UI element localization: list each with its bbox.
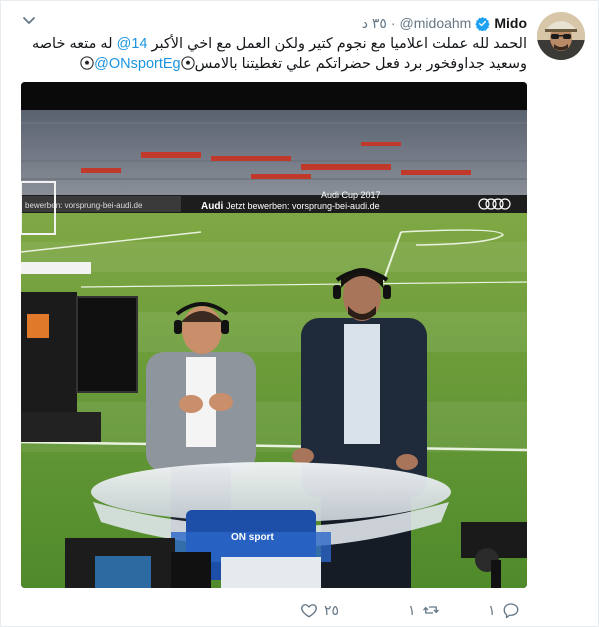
verified-badge-icon — [475, 16, 491, 31]
soccer-ball-icon — [180, 56, 195, 70]
separator-dot: · — [390, 15, 396, 31]
mention-14[interactable]: @14 — [117, 36, 148, 52]
chevron-down-icon[interactable] — [22, 14, 36, 28]
reply-count: ١ — [488, 601, 496, 618]
tweet-text: الحمد لله عملت اعلاميا مع نجوم كتير ولكن… — [22, 34, 527, 74]
reply-icon — [503, 603, 518, 619]
ad-board-text-small: bewerben: vorsprung-bei-audi.de — [25, 201, 143, 210]
avatar-image — [537, 12, 585, 60]
desk-logo: ON sport — [231, 532, 274, 543]
tweet-media-photo[interactable]: bewerben: vorsprung-bei-audi.de Audi Jet… — [21, 82, 527, 588]
like-count: ٢٥ — [324, 601, 340, 618]
retweet-count: ١ — [408, 601, 416, 618]
ad-board-text: Jetzt bewerben: vorsprung-bei-audi.de — [226, 201, 380, 211]
retweet-icon — [422, 606, 439, 614]
ad-board-brand: Audi — [201, 201, 223, 212]
ad-board-cup: Audi Cup 2017 — [321, 190, 381, 200]
display-name[interactable]: Mido — [494, 15, 527, 31]
tweet-text-part1: الحمد لله عملت اعلاميا مع نجوم كتير ولكن… — [147, 36, 528, 52]
tweet-actions: ٢٥ ١ ١ — [0, 598, 599, 622]
tweet-header: ٣٥ د · @midoahm Mido — [362, 13, 527, 33]
retweet-button[interactable]: ١ — [408, 598, 440, 622]
heart-icon — [301, 604, 317, 618]
user-handle[interactable]: @midoahm — [400, 15, 472, 31]
avatar[interactable] — [537, 12, 585, 60]
stadium-broadcast-image: bewerben: vorsprung-bei-audi.de Audi Jet… — [21, 82, 527, 588]
mention-onsporteg[interactable]: @ONsportEg — [94, 56, 180, 72]
like-button[interactable]: ٢٥ — [300, 598, 339, 622]
soccer-ball-icon — [80, 56, 94, 70]
reply-button[interactable]: ١ — [488, 598, 520, 622]
tweet-timestamp[interactable]: ٣٥ د — [362, 15, 387, 32]
